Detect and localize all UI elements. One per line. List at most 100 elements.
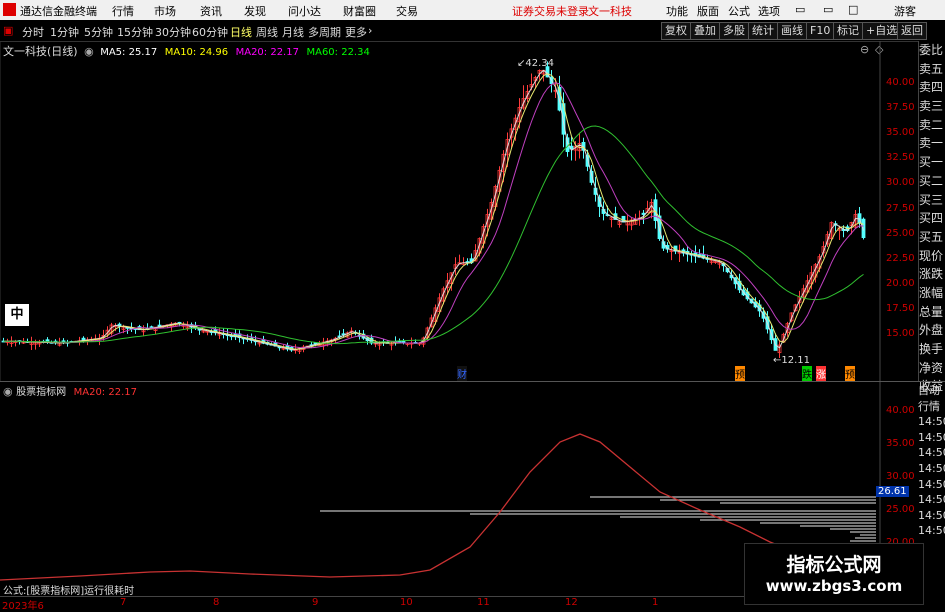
period-monthly[interactable]: 月线	[282, 24, 304, 40]
side-item[interactable]: 委比	[919, 41, 945, 60]
ma-line	[3, 125, 864, 345]
menu-wenxiaoda[interactable]: 问小达	[288, 3, 321, 19]
watermark-title: 指标公式网	[786, 554, 882, 576]
event-tag-yu[interactable]: 预	[735, 366, 745, 381]
side-item[interactable]: 净资	[919, 359, 945, 378]
menu-shichang[interactable]: 市场	[154, 3, 176, 19]
stock-name: 文一科技	[588, 5, 632, 18]
menu-hangqing[interactable]: 行情	[112, 3, 134, 19]
quote-side-panel: 委比 卖五 卖四 卖三 卖二 卖一 买一 买二 买三 买四 买五 现价 涨跌 涨幅 总量 外盘 换手 净资 收益	[918, 41, 945, 393]
guest-label[interactable]: 游客	[894, 3, 916, 19]
btn-huaxian[interactable]: 画线	[777, 22, 807, 40]
btn-tongji[interactable]: 统计	[748, 22, 778, 40]
side-item[interactable]: 卖四	[919, 78, 945, 97]
menu-jiaoyi[interactable]: 交易	[396, 3, 418, 19]
period-more[interactable]: 更多	[345, 24, 367, 40]
period-fenshi[interactable]: 分时	[22, 24, 44, 40]
maximize-icon[interactable]: □	[848, 3, 858, 16]
x-tick-label: 11	[477, 597, 490, 608]
period-toolbar: ▣ 分时 1分钟 5分钟 15分钟 30分钟 60分钟 日线 周线 月线 多周期…	[0, 20, 945, 42]
side-item[interactable]: 卖一	[919, 134, 945, 153]
side-item[interactable]: 卖五	[919, 60, 945, 79]
menu-zixun[interactable]: 资讯	[200, 3, 222, 19]
btn-duogu[interactable]: 多股	[719, 22, 749, 40]
sub-y-tick-label: 25.00	[886, 504, 915, 515]
restore-icon[interactable]: ▭	[823, 3, 833, 16]
x-tick-label: 9	[312, 597, 319, 608]
menu-gongneng[interactable]: 功能	[666, 3, 688, 19]
side-item[interactable]: 外盘	[919, 321, 945, 340]
side-item[interactable]: 涨跌	[919, 265, 945, 284]
side-item[interactable]: 买五	[919, 228, 945, 247]
side2-item[interactable]: 14:50	[918, 477, 945, 493]
y-tick-label: 22.50	[886, 252, 915, 264]
side-item[interactable]: 总量	[919, 303, 945, 322]
side2-item[interactable]: 自动	[918, 383, 945, 399]
minimize-icon[interactable]: ▭	[795, 3, 805, 16]
x-tick-label: 10	[400, 597, 413, 608]
period-1min[interactable]: 1分钟	[50, 24, 79, 40]
ma-line	[3, 82, 864, 349]
y-tick-label: 20.00	[886, 277, 915, 289]
btn-fanhui[interactable]: 返回	[897, 22, 927, 40]
period-multi[interactable]: 多周期	[308, 24, 341, 40]
event-tag-yu2[interactable]: 预	[845, 366, 855, 381]
menu-xuanxiang[interactable]: 选项	[758, 3, 780, 19]
side2-item[interactable]: 14:50	[918, 430, 945, 446]
x-tick-label: 7	[120, 597, 127, 608]
side-item[interactable]: 卖二	[919, 116, 945, 135]
formula-status: 公式:[股票指标网]运行很耗时	[3, 586, 135, 597]
side2-item[interactable]: 14:50	[918, 461, 945, 477]
y-tick-label: 30.00	[886, 177, 915, 189]
x-tick-label: 1	[652, 597, 659, 608]
ma-line	[3, 73, 864, 350]
side2-item[interactable]: 14:50	[918, 508, 945, 524]
btn-f10[interactable]: F10	[806, 22, 835, 40]
side-item[interactable]: 现价	[919, 247, 945, 266]
side2-item[interactable]: 14:50	[918, 492, 945, 508]
login-notice[interactable]: 证券交易未登录	[512, 3, 589, 19]
side-item[interactable]: 买三	[919, 191, 945, 210]
y-tick-label: 17.50	[886, 302, 915, 314]
auto-panel: 自动行情14:5014:5014:5014:5014:5014:5014:501…	[918, 383, 945, 543]
app-logo-icon	[3, 3, 16, 16]
side-item[interactable]: 涨幅	[919, 284, 945, 303]
side2-item[interactable]: 14:50	[918, 523, 945, 539]
btn-diejia[interactable]: 叠加	[690, 22, 720, 40]
menu-faxian[interactable]: 发现	[244, 3, 266, 19]
side2-item[interactable]: 14:50	[918, 445, 945, 461]
side2-item[interactable]: 行情	[918, 399, 945, 415]
y-tick-label: 15.00	[886, 328, 915, 339]
period-15min[interactable]: 15分钟	[117, 24, 153, 40]
period-daily[interactable]: 日线	[230, 24, 252, 40]
period-30min[interactable]: 30分钟	[155, 24, 191, 40]
menu-gongshi[interactable]: 公式	[728, 3, 750, 19]
side-item[interactable]: 买一	[919, 153, 945, 172]
event-tag-zhang[interactable]: 涨	[816, 366, 826, 381]
side2-item[interactable]: 14:50	[918, 414, 945, 430]
event-tag-cai[interactable]: 财	[457, 366, 467, 381]
event-tag-die[interactable]: 跌	[802, 366, 812, 381]
left-marker[interactable]: 中	[5, 304, 29, 326]
more-chevron-icon[interactable]: ›	[368, 24, 372, 37]
btn-zixuan[interactable]: +自选	[862, 22, 902, 40]
ma-line	[3, 69, 864, 351]
period-weekly[interactable]: 周线	[256, 24, 278, 40]
side-item[interactable]: 买四	[919, 209, 945, 228]
toolbar-home-icon[interactable]: ▣	[3, 24, 13, 37]
kline-chart[interactable]	[0, 41, 918, 381]
menu-caifuquan[interactable]: 财富圈	[343, 3, 376, 19]
period-60min[interactable]: 60分钟	[192, 24, 228, 40]
y-tick-label: 35.00	[886, 127, 915, 139]
btn-fuquan[interactable]: 复权	[661, 22, 691, 40]
period-5min[interactable]: 5分钟	[84, 24, 113, 40]
y-tick-label: 40.00	[886, 77, 915, 88]
y-tick-label: 27.50	[886, 202, 915, 214]
side-item[interactable]: 卖三	[919, 97, 945, 116]
btn-biaoji[interactable]: 标记	[833, 22, 863, 40]
menu-banmian[interactable]: 版面	[697, 3, 719, 19]
price-badge: 26.61	[876, 486, 909, 497]
side-item[interactable]: 换手	[919, 340, 945, 359]
menu-bar: 通达信金融终端 行情 市场 资讯 发现 问小达 财富圈 交易 证券交易未登录 文…	[0, 0, 945, 20]
side-item[interactable]: 买二	[919, 172, 945, 191]
